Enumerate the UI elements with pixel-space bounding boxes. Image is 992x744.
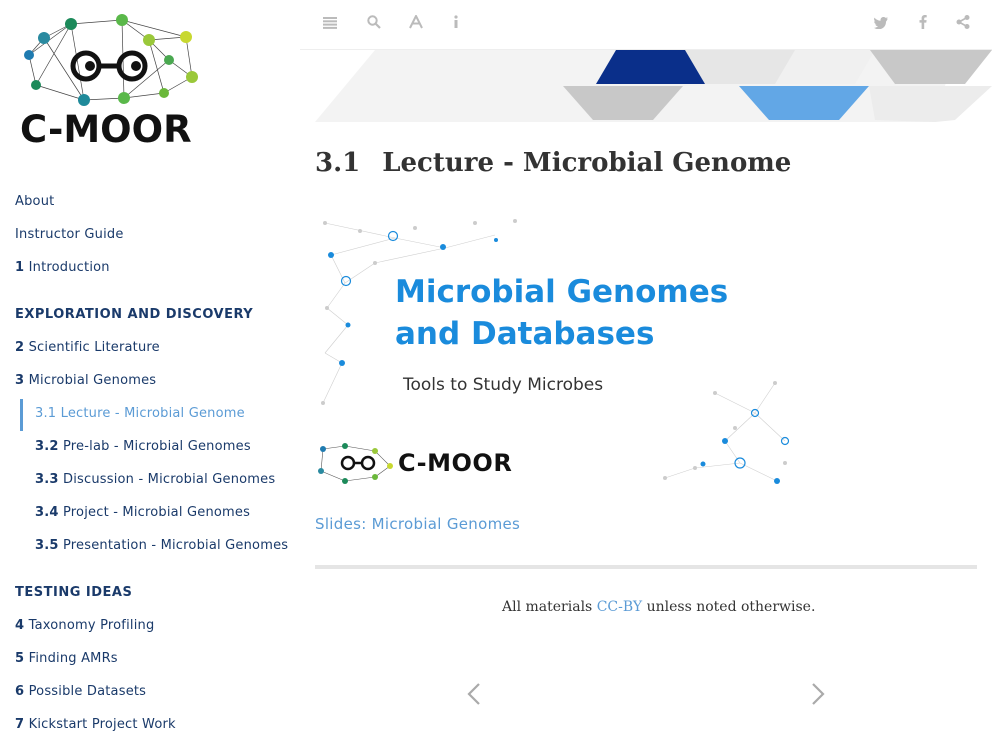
menu-icon[interactable] — [321, 15, 339, 33]
slide-logo-mark — [318, 443, 393, 484]
toc-item-microbial-genomes[interactable]: 3 Microbial Genomes — [15, 373, 156, 388]
toc-item-kickstart[interactable]: 7 Kickstart Project Work — [15, 717, 176, 732]
toc-item-prelab[interactable]: 3.2 Pre-lab - Microbial Genomes — [35, 439, 251, 454]
toc-item-lecture-active[interactable]: 3.1 Lecture - Microbial Genome — [35, 406, 245, 421]
toc-item-datasets[interactable]: 6 Possible Datasets — [15, 684, 146, 699]
slides-link[interactable]: Slides: Microbial Genomes — [315, 515, 520, 533]
toc-section-heading: EXPLORATION AND DISCOVERY — [15, 307, 254, 322]
svg-text:C-MOOR: C-MOOR — [20, 108, 192, 151]
previous-page-icon[interactable] — [464, 682, 484, 712]
next-page-icon[interactable] — [808, 682, 828, 712]
toc-item-taxonomy[interactable]: 4 Taxonomy Profiling — [15, 618, 154, 633]
sidebar: C-MOOR About Instructor Guide 1 Introduc… — [0, 0, 300, 744]
toc-section-heading: TESTING IDEAS — [15, 585, 133, 600]
slide-brand-text: C-MOOR — [398, 449, 513, 477]
toc-item-amrs[interactable]: 5 Finding AMRs — [15, 651, 118, 666]
header-banner — [315, 50, 992, 122]
toc-item-presentation[interactable]: 3.5 Presentation - Microbial Genomes — [35, 538, 288, 553]
toc-item-discussion[interactable]: 3.3 Discussion - Microbial Genomes — [35, 472, 275, 487]
divider — [315, 565, 977, 569]
license-link[interactable]: CC-BY — [597, 599, 642, 615]
info-icon[interactable] — [447, 15, 465, 33]
slide-title: Microbial Genomes and Databases — [395, 274, 729, 352]
search-icon[interactable] — [365, 15, 383, 33]
slide-thumbnail[interactable]: Microbial Genomes and Databases Tools to… — [315, 213, 797, 490]
license-note: All materials CC-BY unless noted otherwi… — [502, 599, 816, 615]
facebook-icon[interactable] — [914, 15, 932, 33]
twitter-icon[interactable] — [872, 15, 890, 33]
share-icon[interactable] — [954, 15, 972, 33]
font-icon[interactable] — [407, 13, 425, 33]
c-moor-logo: C-MOOR — [20, 14, 198, 151]
page-title: 3.1 Lecture - Microbial Genome — [315, 148, 792, 178]
toc-item-about[interactable]: About — [15, 194, 54, 209]
active-indicator — [20, 399, 23, 431]
toc-item-introduction[interactable]: 1 Introduction — [15, 260, 110, 275]
toc-item-scientific-literature[interactable]: 2 Scientific Literature — [15, 340, 160, 355]
toc-item-instructor-guide[interactable]: Instructor Guide — [15, 227, 124, 242]
toolbar — [300, 0, 992, 50]
toc-item-project[interactable]: 3.4 Project - Microbial Genomes — [35, 505, 250, 520]
slide-subtitle: Tools to Study Microbes — [403, 375, 604, 395]
